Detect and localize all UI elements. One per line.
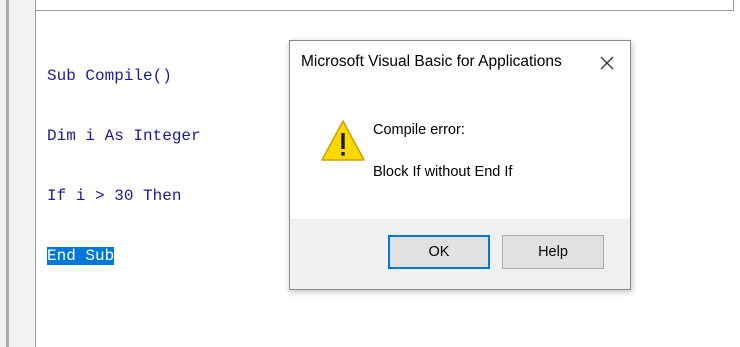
editor-top-divider-tick — [733, 0, 734, 11]
code-line[interactable]: Dim i As Integer — [47, 126, 201, 146]
error-message: Block If without End If — [373, 164, 513, 180]
close-icon[interactable] — [594, 50, 620, 76]
dialog-button-bar: OK Help — [290, 219, 630, 289]
code-area[interactable]: Sub Compile() Dim i As Integer If i > 30… — [47, 26, 201, 306]
ok-button[interactable]: OK — [388, 235, 490, 269]
help-button[interactable]: Help — [502, 235, 604, 269]
error-heading: Compile error: — [373, 122, 465, 138]
window-border — [6, 0, 9, 347]
compile-error-dialog: Microsoft Visual Basic for Applications … — [289, 40, 631, 290]
editor-top-divider — [36, 10, 733, 11]
code-line-text: End Sub — [47, 247, 115, 265]
code-line-text: Dim i As Integer — [47, 127, 201, 145]
warning-icon — [320, 119, 366, 163]
code-line-text: If i > 30 Then — [47, 187, 182, 205]
code-line[interactable]: If i > 30 Then — [47, 186, 201, 206]
vba-editor-window: Sub Compile() Dim i As Integer If i > 30… — [0, 0, 740, 347]
code-line-selected[interactable]: End Sub — [47, 246, 201, 266]
code-line-text: Sub Compile() — [47, 67, 172, 85]
dialog-title: Microsoft Visual Basic for Applications — [301, 53, 562, 70]
code-line[interactable]: Sub Compile() — [47, 66, 201, 86]
